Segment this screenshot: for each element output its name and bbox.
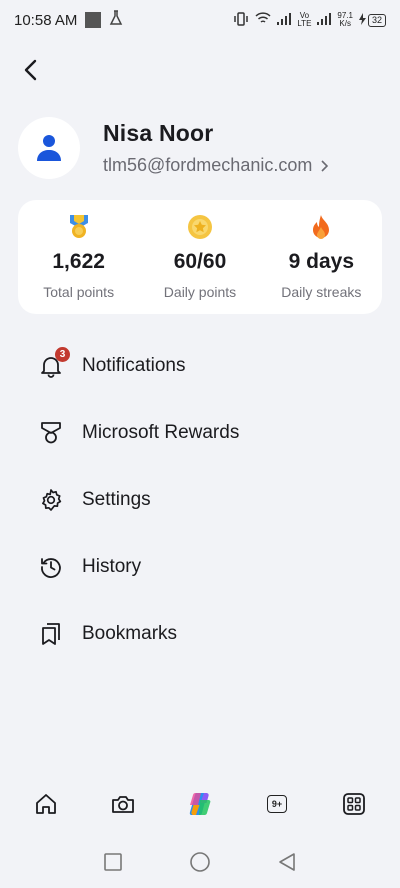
stat-label: Daily points xyxy=(163,284,237,300)
battery-indicator: 32 xyxy=(358,12,386,28)
bottom-navigation: 9+ xyxy=(0,782,400,826)
rewards-stats-card[interactable]: 1,622 Total points 60/60 Daily points 9 … xyxy=(18,200,382,314)
app-notification-icon xyxy=(85,12,102,28)
person-icon xyxy=(37,135,61,161)
recent-apps-button[interactable] xyxy=(101,850,125,874)
menu-item-label: Bookmarks xyxy=(82,622,178,644)
home-icon xyxy=(36,794,56,814)
profile-section: Nisa Noor tlm56@fordmechanic.com xyxy=(18,116,382,180)
coin-icon xyxy=(187,214,213,240)
menu-item-label: Microsoft Rewards xyxy=(82,421,240,443)
chevron-right-icon xyxy=(321,159,329,172)
menu-item-microsoft-rewards[interactable]: Microsoft Rewards xyxy=(0,399,400,466)
tabs-count: 9+ xyxy=(267,795,287,813)
flask-icon xyxy=(109,10,123,30)
bookmarks-icon xyxy=(38,621,64,647)
system-home-button[interactable] xyxy=(188,850,212,874)
camera-button[interactable] xyxy=(109,790,137,818)
triangle-back-icon xyxy=(278,853,295,871)
stat-daily-points: 60/60 Daily points xyxy=(139,200,260,314)
apps-grid-icon xyxy=(343,793,365,815)
menu-item-history[interactable]: History xyxy=(0,533,400,600)
circle-icon xyxy=(190,852,210,872)
stat-value: 1,622 xyxy=(52,250,105,273)
stat-total-points: 1,622 Total points xyxy=(18,200,139,314)
medal-icon xyxy=(66,214,92,240)
avatar[interactable] xyxy=(18,117,80,179)
volte-indicator: Vo LTE xyxy=(297,11,312,28)
menu-item-label: Settings xyxy=(82,488,151,510)
stat-label: Total points xyxy=(43,284,115,300)
bell-icon: 3 xyxy=(38,346,70,379)
tabs-button[interactable]: 9+ xyxy=(263,790,291,818)
network-speed: 97.1 K/s xyxy=(337,11,353,28)
copilot-icon xyxy=(189,793,211,815)
wifi-icon xyxy=(255,12,271,28)
menu-item-label: History xyxy=(82,555,142,577)
flame-icon xyxy=(308,214,334,240)
notification-badge: 3 xyxy=(55,346,70,362)
menu-item-bookmarks[interactable]: Bookmarks xyxy=(0,600,400,667)
stat-value: 9 days xyxy=(288,250,355,273)
system-navigation-bar xyxy=(0,840,400,884)
battery-level: 32 xyxy=(367,13,386,27)
charging-icon xyxy=(358,12,366,28)
signal-icon-2 xyxy=(317,12,332,28)
profile-email: tlm56@fordmechanic.com xyxy=(103,155,313,175)
gear-icon xyxy=(38,487,64,513)
square-icon xyxy=(104,853,123,871)
home-button[interactable] xyxy=(32,790,60,818)
system-back-button[interactable] xyxy=(275,850,299,874)
copilot-button[interactable] xyxy=(186,790,214,818)
menu-item-label: Notifications xyxy=(82,354,186,376)
stat-label: Daily streaks xyxy=(281,284,362,300)
history-icon xyxy=(38,554,64,580)
stat-value: 60/60 xyxy=(173,250,227,273)
chevron-left-icon xyxy=(24,59,37,81)
vibrate-icon xyxy=(233,11,249,29)
signal-icon xyxy=(277,12,292,28)
menu-item-notifications[interactable]: 3 Notifications xyxy=(0,332,400,399)
profile-name: Nisa Noor xyxy=(103,120,214,146)
status-bar: 10:58 AM Vo LTE 97.1 K/s 32 xyxy=(0,0,400,40)
settings-menu: 3 Notifications Microsoft Rewards Settin… xyxy=(0,332,400,667)
status-time: 10:58 AM xyxy=(14,11,78,29)
apps-menu-button[interactable] xyxy=(340,790,368,818)
menu-item-settings[interactable]: Settings xyxy=(0,466,400,533)
stat-daily-streaks: 9 days Daily streaks xyxy=(261,200,382,314)
camera-icon xyxy=(112,796,134,813)
account-link[interactable]: tlm56@fordmechanic.com xyxy=(103,155,329,176)
back-button[interactable] xyxy=(14,54,46,86)
trophy-icon xyxy=(38,420,64,446)
